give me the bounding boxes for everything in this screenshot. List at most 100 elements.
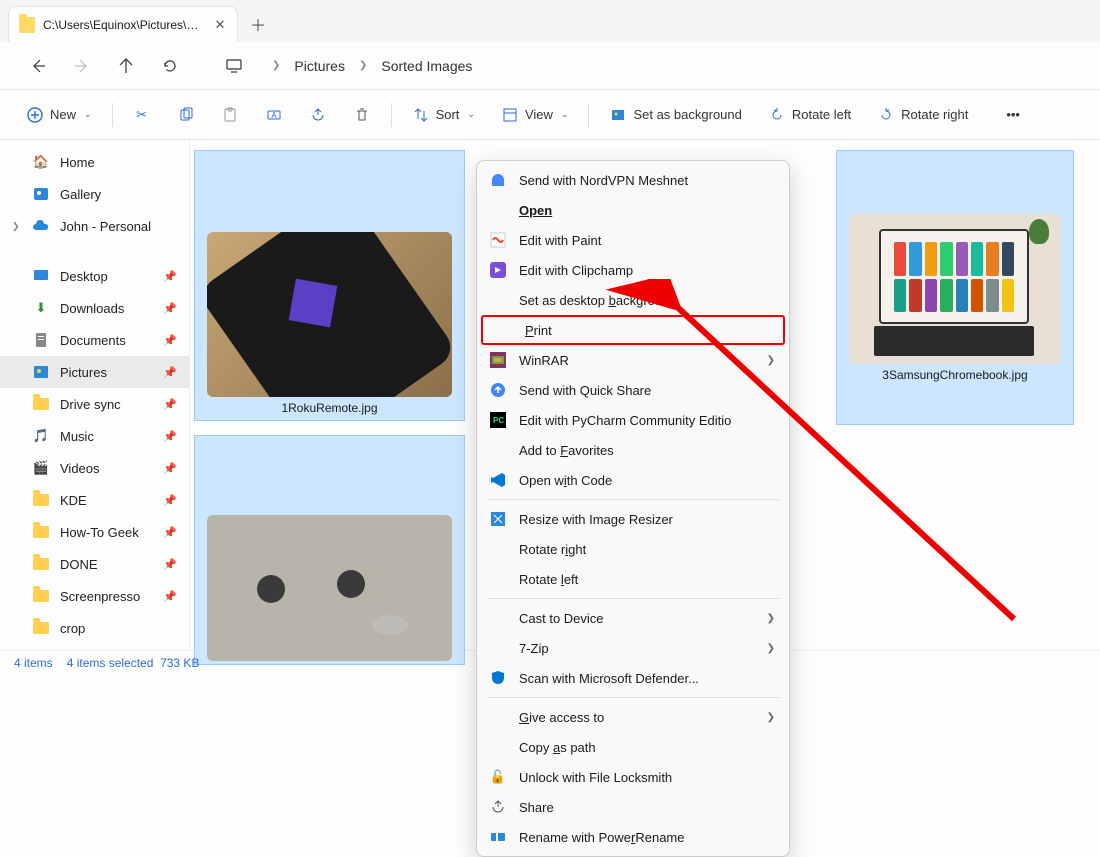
sidebar-item-pictures[interactable]: Pictures📌 [0,356,189,388]
back-button[interactable] [20,48,56,84]
view-button[interactable]: View⌄ [491,99,579,131]
ctx-pycharm[interactable]: PCEdit with PyCharm Community Editio [477,405,789,435]
pin-icon: 📌 [163,366,177,379]
status-count: 4 items [14,656,53,670]
sidebar-item-home[interactable]: 🏠Home [0,146,189,178]
file-thumbnail-samsung[interactable]: 3SamsungChromebook.jpg [836,150,1074,425]
crumb-pictures[interactable]: Pictures [294,58,345,74]
label: DONE [60,557,98,572]
ctx-cast[interactable]: Cast to Device❯ [477,603,789,633]
label: Edit with Clipchamp [519,263,775,278]
cut-button[interactable]: ✂ [123,99,161,131]
gallery-icon [32,185,50,203]
delete-button[interactable] [343,99,381,131]
sidebar-item-downloads[interactable]: ⬇Downloads📌 [0,292,189,324]
sidebar: 🏠Home Gallery ❯John - Personal Desktop📌 … [0,140,190,650]
sidebar-item-documents[interactable]: Documents📌 [0,324,189,356]
sidebar-item-desktop[interactable]: Desktop📌 [0,260,189,292]
sidebar-item-done[interactable]: DONE📌 [0,548,189,580]
file-name: 1RokuRemote.jpg [281,397,377,417]
label: WinRAR [519,353,755,368]
sidebar-item-onedrive[interactable]: ❯John - Personal [0,210,189,242]
ctx-clipchamp[interactable]: Edit with Clipchamp [477,255,789,285]
pictures-icon [32,363,50,381]
ctx-rotate-right[interactable]: Rotate right [477,534,789,564]
share-button[interactable] [299,99,337,131]
set-background-button[interactable]: Set as background [599,99,751,131]
breadcrumb: ❯ Pictures ❯ Sorted Images [272,58,472,74]
refresh-button[interactable] [152,48,188,84]
rotate-left-button[interactable]: Rotate left [758,99,861,131]
sort-icon [412,106,430,124]
pc-icon[interactable] [216,48,252,84]
tab-title: C:\Users\Equinox\Pictures\Sor [43,18,205,32]
ctx-print[interactable]: Print [481,315,785,345]
ctx-defender[interactable]: Scan with Microsoft Defender... [477,663,789,693]
chevron-right-icon: ❯ [359,60,367,71]
download-icon: ⬇ [32,299,50,317]
ctx-powerrename[interactable]: Rename with PowerRename [477,822,789,852]
active-tab[interactable]: C:\Users\Equinox\Pictures\Sor ✕ [8,6,238,42]
rotate-right-button[interactable]: Rotate right [867,99,978,131]
ctx-rotate-left[interactable]: Rotate left [477,564,789,594]
sort-button[interactable]: Sort⌄ [402,99,485,131]
forward-button[interactable] [64,48,100,84]
copy-button[interactable] [167,99,205,131]
new-tab-button[interactable]: ＋ [238,6,278,42]
label: Edit with PyCharm Community Editio [519,413,775,428]
label: Copy as path [519,740,775,755]
ctx-quickshare[interactable]: Send with Quick Share [477,375,789,405]
pin-icon: 📌 [163,494,177,507]
home-icon: 🏠 [32,153,50,171]
ctx-vscode[interactable]: Open with Code [477,465,789,495]
sidebar-item-kde[interactable]: KDE📌 [0,484,189,516]
rename-button[interactable]: A [255,99,293,131]
ctx-nordvpn[interactable]: Send with NordVPN Meshnet [477,165,789,195]
sort-label: Sort [436,107,460,122]
sidebar-item-htg[interactable]: How-To Geek📌 [0,516,189,548]
sidebar-item-crop[interactable]: crop [0,612,189,644]
folder-icon [32,395,50,413]
folder-icon [32,491,50,509]
sidebar-item-music[interactable]: 🎵Music📌 [0,420,189,452]
label: Rename with PowerRename [519,830,775,845]
nordvpn-icon [489,171,507,189]
ctx-locksmith[interactable]: 🔓Unlock with File Locksmith [477,762,789,792]
more-button[interactable]: ••• [996,99,1030,131]
ctx-set-background[interactable]: Set as desktop background [477,285,789,315]
ctx-give-access[interactable]: Give access to❯ [477,702,789,732]
plus-circle-icon [26,106,44,124]
ctx-resize[interactable]: Resize with Image Resizer [477,504,789,534]
picture-icon [609,106,627,124]
label: Videos [60,461,100,476]
label: Set as desktop background [519,293,775,308]
folder-icon [32,619,50,637]
label: How-To Geek [60,525,139,540]
crumb-sorted[interactable]: Sorted Images [381,58,472,74]
new-button[interactable]: New⌄ [16,99,102,131]
label: Open with Code [519,473,775,488]
chevron-down-icon: ⌄ [84,109,92,120]
ctx-7zip[interactable]: 7-Zip❯ [477,633,789,663]
ctx-winrar[interactable]: WinRAR ❯ [477,345,789,375]
ctx-copy-path[interactable]: Copy as path [477,732,789,762]
file-thumbnail-roku[interactable]: 1RokuRemote.jpg [194,150,465,421]
ctx-favorites[interactable]: Add to Favorites [477,435,789,465]
document-icon [32,331,50,349]
sidebar-item-drivesync[interactable]: Drive sync📌 [0,388,189,420]
chevron-right-icon: ❯ [272,60,280,71]
label: 7-Zip [519,641,755,656]
ctx-open[interactable]: Open [477,195,789,225]
label: Documents [60,333,126,348]
chevron-right-icon: ❯ [767,355,775,366]
ctx-share[interactable]: Share [477,792,789,822]
sidebar-item-screenpresso[interactable]: Screenpresso📌 [0,580,189,612]
close-icon[interactable]: ✕ [213,18,227,32]
ctx-paint[interactable]: Edit with Paint [477,225,789,255]
file-thumbnail-2[interactable] [194,435,465,665]
paste-button[interactable] [211,99,249,131]
up-button[interactable] [108,48,144,84]
set-bg-label: Set as background [633,107,741,122]
sidebar-item-gallery[interactable]: Gallery [0,178,189,210]
sidebar-item-videos[interactable]: 🎬Videos📌 [0,452,189,484]
